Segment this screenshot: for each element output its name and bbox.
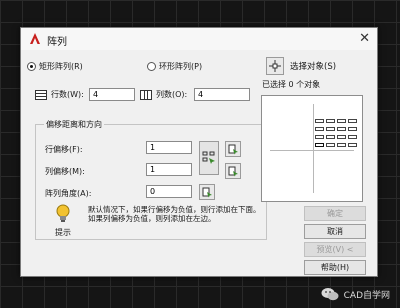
- preview-base-cell: [315, 143, 324, 147]
- help-button[interactable]: 帮助(H): [304, 260, 366, 275]
- select-objects-label[interactable]: 选择对象(S): [290, 60, 336, 72]
- preview-cell: [337, 143, 346, 147]
- pick-point-icon: [228, 144, 238, 154]
- pick-both-offsets-icon: [202, 151, 215, 164]
- cancel-button[interactable]: 取消: [304, 224, 366, 239]
- lightbulb-icon: [56, 204, 70, 222]
- selection-status: 已选择 0 个对象: [262, 80, 321, 89]
- cols-input[interactable]: 4: [194, 88, 250, 101]
- ok-button[interactable]: 确定: [304, 206, 366, 221]
- tip-label: 提示: [55, 228, 71, 237]
- watermark: CAD自学网: [321, 287, 390, 302]
- pick-point-icon: [202, 187, 212, 197]
- tip-text: 默认情况下，如果行偏移为负值，则行添加在下面。如果列偏移为负值，则列添加在左边。: [88, 205, 261, 223]
- radio-unselected-indicator: [147, 62, 156, 71]
- preview-h-axis: [270, 150, 354, 151]
- preview-cell: [326, 135, 335, 139]
- preview-cell: [315, 127, 324, 131]
- preview-cell: [315, 119, 324, 123]
- radio-selected-indicator: [27, 62, 36, 71]
- pick-angle-button[interactable]: [199, 184, 215, 200]
- array-dialog: 阵列 ✕ 矩形阵列(R) 环形阵列(P) 行数(W): 4 列数(O): 4 偏…: [20, 27, 378, 277]
- preview-cell: [326, 119, 335, 123]
- cols-icon: [140, 89, 152, 100]
- preview-cell: [337, 135, 346, 139]
- angle-label: 阵列角度(A):: [45, 189, 92, 198]
- select-objects-button[interactable]: [266, 57, 284, 75]
- close-icon[interactable]: ✕: [359, 31, 370, 46]
- col-offset-label: 列偏移(M):: [45, 167, 85, 176]
- autocad-a-icon: [30, 33, 40, 44]
- preview-button[interactable]: 预览(V) <: [304, 242, 366, 257]
- preview-cell: [348, 135, 357, 139]
- cols-label: 列数(O):: [156, 90, 188, 99]
- pick-row-offset-button[interactable]: [225, 141, 241, 157]
- dialog-title: 阵列: [47, 37, 67, 48]
- rect-array-radio[interactable]: 矩形阵列(R): [27, 61, 83, 72]
- pick-point-icon: [228, 166, 238, 176]
- rows-label: 行数(W):: [51, 90, 84, 99]
- row-offset-input[interactable]: 1: [146, 141, 192, 154]
- rows-icon: [35, 89, 47, 100]
- pick-col-offset-button[interactable]: [225, 163, 241, 179]
- col-offset-input[interactable]: 1: [146, 163, 192, 176]
- rows-field: 行数(W): 4: [35, 88, 135, 101]
- preview-cell: [337, 127, 346, 131]
- pick-both-offsets-button[interactable]: [199, 141, 219, 175]
- preview-cell: [348, 119, 357, 123]
- offset-group: 偏移距离和方向 行偏移(F): 1 列偏移(M): 1 阵列角度(A): 0 提…: [35, 119, 267, 240]
- row-offset-label: 行偏移(F):: [45, 145, 83, 154]
- polar-array-radio[interactable]: 环形阵列(P): [147, 61, 202, 72]
- polar-array-label: 环形阵列(P): [159, 62, 203, 71]
- preview-cell: [337, 119, 346, 123]
- angle-input[interactable]: 0: [146, 185, 192, 198]
- crosshair-select-icon: [269, 60, 281, 72]
- title-bar: 阵列 ✕: [21, 28, 377, 50]
- preview-cell: [326, 143, 335, 147]
- preview-cell: [348, 143, 357, 147]
- preview-cell: [326, 127, 335, 131]
- preview-v-axis: [313, 104, 314, 193]
- preview-cell: [348, 127, 357, 131]
- watermark-text: CAD自学网: [343, 291, 390, 301]
- offset-group-title: 偏移距离和方向: [44, 119, 104, 130]
- rows-input[interactable]: 4: [89, 88, 135, 101]
- cols-field: 列数(O): 4: [140, 88, 250, 101]
- preview-cell: [315, 135, 324, 139]
- array-preview: [261, 95, 363, 202]
- rect-array-label: 矩形阵列(R): [39, 62, 83, 71]
- wechat-icon: [321, 288, 339, 301]
